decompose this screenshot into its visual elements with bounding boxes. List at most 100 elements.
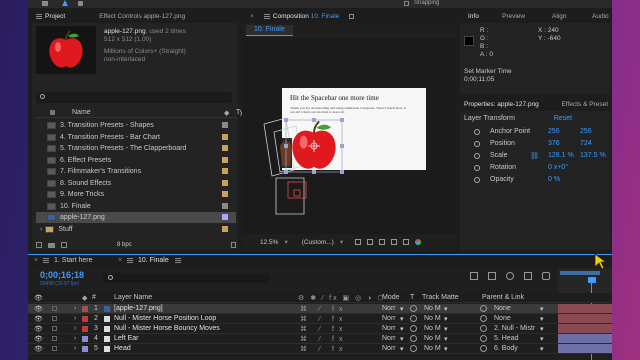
pick-whip-icon[interactable] xyxy=(480,325,487,332)
selection-bounding-box[interactable] xyxy=(242,38,456,234)
track-matte-dropdown[interactable]: No M xyxy=(424,315,441,322)
label-color-swatch[interactable] xyxy=(222,156,228,163)
layer-duration-bar[interactable] xyxy=(558,304,612,313)
tab-properties[interactable]: Properties: apple-127.png xyxy=(464,101,539,108)
region-icon[interactable] xyxy=(355,239,362,245)
shy-layers-icon[interactable] xyxy=(506,272,514,280)
layer-name[interactable]: Null - Mister Horse Position Loop xyxy=(114,315,216,322)
col-name[interactable]: Name xyxy=(72,109,91,116)
visibility-icon[interactable]: 👁 xyxy=(34,305,43,313)
timeline-search[interactable] xyxy=(102,273,270,283)
playhead[interactable] xyxy=(588,277,596,283)
close-icon[interactable]: × xyxy=(250,13,254,20)
parent-dropdown[interactable]: 5. Head xyxy=(494,335,519,342)
property-value-1[interactable]: 0 % xyxy=(548,176,560,183)
show-snapshot-icon[interactable] xyxy=(403,239,410,245)
track-matte-icon[interactable] xyxy=(410,305,417,312)
panel-menu-icon[interactable] xyxy=(127,257,134,263)
close-icon[interactable]: × xyxy=(118,257,122,264)
layer-mode-dropdown[interactable]: Norr xyxy=(382,305,396,312)
layer-duration-bar[interactable] xyxy=(558,314,612,323)
tab-composition[interactable]: Composition 10. Finale xyxy=(263,13,339,20)
project-item[interactable]: 9. More Tricks xyxy=(36,189,236,200)
parent-dropdown[interactable]: None xyxy=(494,315,511,322)
parent-chevron-icon[interactable]: ▾ xyxy=(540,335,544,343)
layer-name[interactable]: Null - Mister Horse Bouncy Moves xyxy=(114,325,220,332)
layer-switches-icons[interactable]: ⌘ ⁄ fx xyxy=(300,335,348,343)
layer-switches-icons[interactable]: ⌘ ⁄ fx xyxy=(300,345,348,353)
visibility-icon[interactable]: 👁 xyxy=(34,315,43,323)
visibility-icon[interactable]: 👁 xyxy=(34,325,43,333)
expand-arrow-icon[interactable]: › xyxy=(74,325,76,332)
tab-preview[interactable]: Preview xyxy=(502,13,525,20)
property-value-1[interactable]: 0 x+0° xyxy=(548,164,568,171)
stopwatch-icon[interactable] xyxy=(474,129,480,135)
layer-switches-icons[interactable]: ⌘ ⁄ fx xyxy=(300,305,348,313)
hand-tool-icon[interactable] xyxy=(78,1,83,6)
grid-icon[interactable] xyxy=(367,239,374,245)
track-matte-dropdown[interactable]: No M xyxy=(424,305,441,312)
draft-3d-icon[interactable] xyxy=(488,272,496,280)
timeline-layer-row[interactable]: 👁 › 5 Head ⌘ ⁄ fx Norr ▾ No M ▾ 6. Body ▾ xyxy=(28,344,612,354)
project-item[interactable]: › Stuff xyxy=(36,224,236,235)
track-matte-icon[interactable] xyxy=(410,325,417,332)
col-layer-name[interactable]: Layer Name xyxy=(114,294,152,301)
label-color-swatch[interactable] xyxy=(222,214,228,220)
snapping-checkbox[interactable] xyxy=(404,1,409,6)
work-area-bar[interactable] xyxy=(560,271,600,275)
expand-arrow-icon[interactable]: › xyxy=(74,335,76,342)
timeline-layer-row[interactable]: 👁 › 2 Null - Mister Horse Position Loop ⌘ ⁄ … xyxy=(28,314,612,324)
mode-chevron-icon[interactable]: ▾ xyxy=(400,305,404,313)
delete-icon[interactable] xyxy=(231,242,236,248)
visibility-icon[interactable]: 👁 xyxy=(34,335,43,343)
label-color-swatch[interactable] xyxy=(82,306,88,312)
stopwatch-icon[interactable] xyxy=(474,177,480,183)
reset-link[interactable]: Reset xyxy=(554,115,572,122)
layer-mode-dropdown[interactable]: Norr xyxy=(382,345,396,352)
label-color-swatch[interactable] xyxy=(222,133,228,140)
parent-dropdown[interactable]: 2. Null - Mistr xyxy=(494,325,535,332)
track-matte-dropdown[interactable]: No M xyxy=(424,345,441,352)
parent-chevron-icon[interactable]: ▾ xyxy=(540,305,544,313)
solo-icon[interactable] xyxy=(52,336,57,341)
col-parent[interactable]: Parent & Link xyxy=(482,294,524,301)
layer-name[interactable]: [apple-127.png] xyxy=(114,305,163,312)
expand-arrow-icon[interactable]: › xyxy=(74,345,76,352)
tab-finale[interactable]: × 10. Finale xyxy=(118,257,184,264)
comp-subtab-label[interactable]: 10. Finale xyxy=(254,26,285,33)
resolution-dropdown[interactable]: (Custom...) xyxy=(302,239,334,246)
solo-icon[interactable] xyxy=(52,316,57,321)
label-color-swatch[interactable] xyxy=(222,202,228,209)
comp-viewer[interactable]: Hit the Spacebar one more time Thank you… xyxy=(242,38,456,234)
project-item[interactable]: 6. Effect Presets xyxy=(36,155,236,166)
property-value-1[interactable]: 376 xyxy=(548,140,560,147)
tab-project[interactable]: Project xyxy=(36,13,65,20)
project-item[interactable]: apple-127.png xyxy=(36,212,236,223)
layer-mode-dropdown[interactable]: Norr xyxy=(382,335,396,342)
parent-chevron-icon[interactable]: ▾ xyxy=(540,325,544,333)
solo-icon[interactable] xyxy=(52,346,57,351)
tab-align[interactable]: Align xyxy=(552,13,566,20)
label-color-swatch[interactable] xyxy=(222,179,228,186)
project-item[interactable]: 10. Finale xyxy=(36,201,236,212)
comp-flowchart-icon[interactable] xyxy=(470,272,478,280)
expand-arrow-icon[interactable]: › xyxy=(74,315,76,322)
stopwatch-icon[interactable] xyxy=(474,141,480,147)
time-ruler[interactable] xyxy=(558,269,612,360)
label-color-swatch[interactable] xyxy=(222,225,228,232)
property-value-1[interactable]: 128.1 % xyxy=(548,152,574,159)
resolution-chevron-icon[interactable]: ▾ xyxy=(340,238,343,246)
comp-subtab[interactable]: 10. Finale xyxy=(246,25,293,36)
label-color-swatch[interactable] xyxy=(82,346,88,352)
tab-start-here[interactable]: × 1. Start here xyxy=(34,257,93,264)
layer-duration-bar[interactable] xyxy=(558,344,612,353)
tab-menu-icon[interactable] xyxy=(174,257,181,263)
mode-chevron-icon[interactable]: ▾ xyxy=(400,335,404,343)
close-icon[interactable]: × xyxy=(34,257,38,264)
layer-mode-dropdown[interactable]: Norr xyxy=(382,315,396,322)
property-value-2[interactable]: 724 xyxy=(580,140,592,147)
parent-dropdown[interactable]: None xyxy=(494,305,511,312)
mode-chevron-icon[interactable]: ▾ xyxy=(400,345,404,353)
parent-chevron-icon[interactable]: ▾ xyxy=(540,315,544,323)
zoom-chevron-icon[interactable]: ▾ xyxy=(284,238,287,246)
